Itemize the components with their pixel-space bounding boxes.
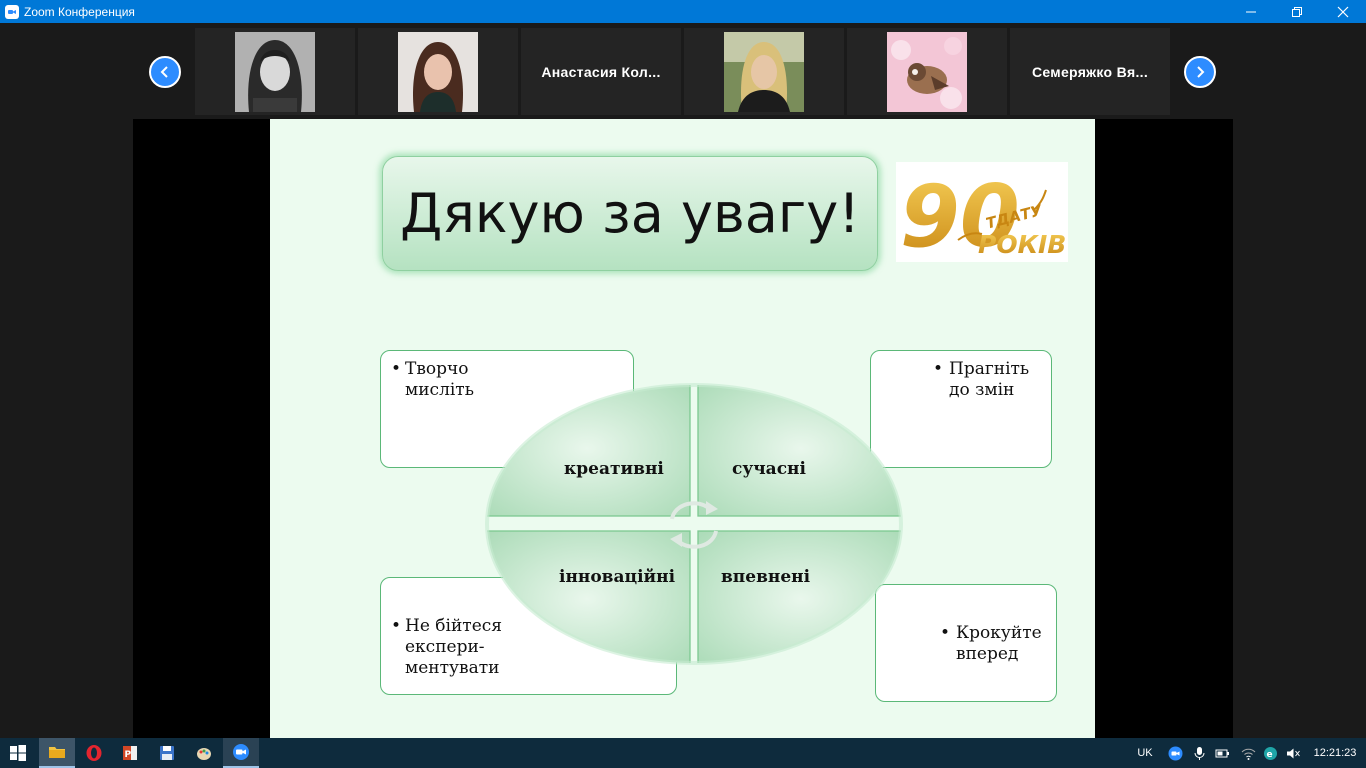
tray-wifi[interactable] <box>1238 738 1258 768</box>
participant-photo-4 <box>887 31 967 112</box>
window-titlebar: Zoom Конференция <box>0 0 1366 23</box>
quadrant-diagram <box>485 383 903 665</box>
taskbar-save-app[interactable] <box>149 738 185 768</box>
participant-photo-1 <box>235 31 315 112</box>
chevron-left-icon <box>160 66 168 78</box>
anniversary-logo-graphic: 90 ТДАТУ РОКІВ <box>900 167 1066 267</box>
shared-screen: Дякую за увагу! 90 ТДАТУ РОКІВ • Творчо … <box>133 119 1233 738</box>
windows-logo-icon <box>10 745 26 761</box>
presentation-slide: Дякую за увагу! 90 ТДАТУ РОКІВ • Творчо … <box>270 119 1095 738</box>
anniversary-logo: 90 ТДАТУ РОКІВ <box>896 162 1068 267</box>
slide-title: Дякую за увагу! <box>400 182 860 245</box>
chevron-right-icon <box>1197 66 1205 78</box>
card-line: до змін <box>949 380 1015 400</box>
card-line: мисліть <box>405 380 474 400</box>
restore-icon <box>1292 6 1302 17</box>
window-controls <box>1228 0 1366 23</box>
previous-participants-button[interactable] <box>149 56 181 88</box>
quadrant-label-bottom-right: впевнені <box>721 567 811 587</box>
volume-muted-icon <box>1286 748 1300 758</box>
paint-palette-icon <box>197 748 211 760</box>
powerpoint-icon: P <box>123 746 137 760</box>
cycle-arrows-icon <box>670 501 718 549</box>
quadrant-bottom-right <box>697 530 901 663</box>
zoom-app-icon <box>5 4 19 19</box>
quadrant-bottom-left <box>487 530 691 663</box>
participant-name: Анастасия Кол... <box>541 63 661 80</box>
participant-tile-4[interactable] <box>684 28 844 115</box>
edge-browser-icon: e <box>1263 746 1277 760</box>
taskbar-clock[interactable]: 12:21:23 <box>1308 738 1362 768</box>
logo-word: РОКІВ <box>978 230 1066 259</box>
battery-icon <box>1215 749 1229 757</box>
svg-text:P: P <box>125 750 132 760</box>
svg-text:e: e <box>1266 750 1272 760</box>
wifi-icon <box>1241 748 1255 760</box>
taskbar-zoom[interactable] <box>223 738 259 768</box>
window-title: Zoom Конференция <box>24 4 135 19</box>
close-icon <box>1337 6 1349 17</box>
taskbar-powerpoint[interactable]: P <box>112 738 148 768</box>
card-line: Прагніть <box>949 359 1030 379</box>
tray-microphone[interactable] <box>1189 738 1209 768</box>
participant-tile-2[interactable] <box>358 28 518 115</box>
restore-button[interactable] <box>1274 0 1320 23</box>
participant-tile-5[interactable] <box>847 28 1007 115</box>
language-indicator[interactable]: UK <box>1131 738 1159 768</box>
windows-taskbar: P UK e 12:21:23 <box>0 738 1366 768</box>
folder-icon <box>49 747 65 758</box>
card-line: Крокуйте <box>956 623 1042 643</box>
participant-name: Семеряжко Вя... <box>1031 63 1149 80</box>
participant-tile-3[interactable]: Анастасия Кол... <box>521 28 681 115</box>
tray-battery[interactable] <box>1212 738 1232 768</box>
quadrant-top-right <box>697 385 901 517</box>
card-line: вперед <box>956 644 1019 664</box>
participant-tile-1[interactable] <box>195 28 355 115</box>
quadrant-top-left <box>487 385 691 517</box>
microphone-icon <box>1194 746 1204 760</box>
next-participants-button[interactable] <box>1184 56 1216 88</box>
zoom-tray-icon <box>1168 746 1182 760</box>
slide-title-box: Дякую за увагу! <box>382 156 878 271</box>
minimize-icon <box>1246 11 1256 12</box>
quadrant-label-top-left: креативні <box>564 459 664 479</box>
opera-icon <box>86 745 102 761</box>
close-button[interactable] <box>1320 0 1366 23</box>
participant-photo-3 <box>724 31 804 112</box>
participant-strip: Анастасия Кол... Семеряжко Вя... <box>0 23 1366 119</box>
tray-edge[interactable]: e <box>1260 738 1280 768</box>
quadrant-label-bottom-left: інноваційні <box>559 567 676 587</box>
taskbar-paint[interactable] <box>186 738 222 768</box>
tray-zoom[interactable] <box>1165 738 1185 768</box>
taskbar-file-explorer[interactable] <box>39 738 75 768</box>
participant-tile-6[interactable]: Семеряжко Вя... <box>1010 28 1170 115</box>
quadrant-label-top-right: сучасні <box>732 459 806 479</box>
floppy-disk-icon <box>160 746 174 760</box>
taskbar-opera[interactable] <box>76 738 112 768</box>
zoom-icon <box>233 744 249 760</box>
participant-photo-2 <box>398 31 478 112</box>
tray-volume[interactable] <box>1283 738 1303 768</box>
minimize-button[interactable] <box>1228 0 1274 23</box>
card-line: Творчо <box>405 359 469 379</box>
start-button[interactable] <box>0 738 36 768</box>
